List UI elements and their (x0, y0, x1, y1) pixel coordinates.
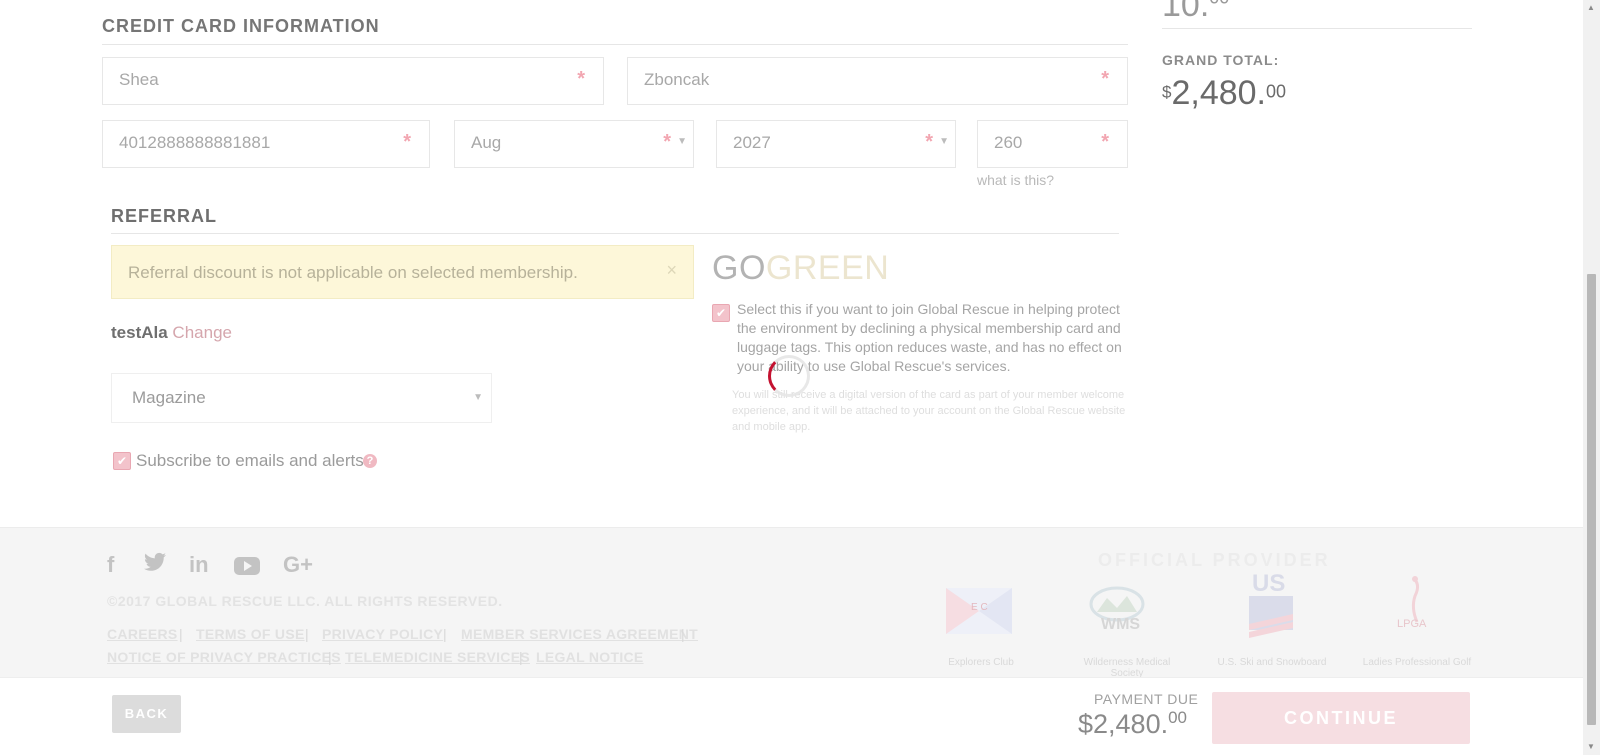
cvv-help-link[interactable]: what is this? (977, 172, 1054, 188)
referral-divider (111, 233, 1119, 234)
help-icon[interactable]: ? (363, 454, 377, 468)
gogreen-green: GREEN (765, 249, 890, 287)
required-icon: * (925, 131, 933, 153)
scroll-up-icon[interactable]: ▲ (1587, 3, 1595, 12)
scroll-down-icon[interactable]: ▼ (1587, 742, 1595, 751)
scrollbar-thumb[interactable] (1587, 274, 1596, 725)
exp-month-select[interactable]: Aug * ▼ (454, 120, 694, 168)
youtube-icon[interactable] (234, 555, 260, 581)
chevron-down-icon: ▼ (939, 136, 949, 147)
referral-alert-message: Referral discount is not applicable on s… (128, 263, 578, 282)
required-icon: * (403, 131, 411, 153)
facebook-icon[interactable]: f (107, 552, 114, 578)
privacy-policy-link[interactable]: PRIVACY POLICY (322, 626, 443, 642)
last-name-value: Zboncak (644, 70, 710, 89)
separator: | (681, 626, 685, 642)
referral-code-row: testAla Change (111, 323, 232, 343)
lpga-logo-text: LPGA (1397, 618, 1427, 630)
careers-link[interactable]: CAREERS (107, 626, 178, 642)
grand-total-amount: $2,480.00 (1162, 74, 1287, 112)
close-icon[interactable]: × (666, 260, 677, 281)
loading-spinner (768, 355, 810, 397)
copyright-text: ©2017 GLOBAL RESCUE LLC. ALL RIGHTS RESE… (107, 593, 503, 609)
ussa-caption: U.S. Ski and Snowboard (1217, 657, 1327, 668)
separator: | (179, 626, 183, 642)
first-name-value: Shea (119, 70, 159, 89)
legal-notice-link[interactable]: LEGAL NOTICE (536, 649, 644, 665)
separator: | (519, 649, 523, 665)
gogreen-go: GO (712, 249, 766, 287)
separator: | (305, 626, 309, 642)
separator: | (328, 649, 332, 665)
wms-caption: Wilderness Medical Society (1083, 657, 1171, 679)
credit-card-divider (102, 44, 1128, 45)
gogreen-heading: GOGREEN (712, 249, 889, 288)
exp-month-value: Aug (471, 133, 502, 152)
footer: f in G+ ©2017 GLOBAL RESCUE LLC. ALL RIG… (0, 527, 1583, 679)
card-number-field[interactable]: 4012888888881881 * (102, 120, 430, 168)
google-plus-icon[interactable]: G+ (283, 552, 313, 578)
referral-section-title: REFERRAL (111, 206, 217, 226)
grand-total-label: GRAND TOTAL: (1162, 52, 1280, 68)
payment-due-label: PAYMENT DUE (1094, 691, 1199, 707)
explorers-club-logo: E C (946, 586, 1026, 646)
checkout-page: 10.00 GRAND TOTAL: $2,480.00 CREDIT CARD… (0, 0, 1583, 755)
continue-button[interactable]: CONTINUE (1212, 692, 1470, 744)
privacy-practices-link[interactable]: NOTICE OF PRIVACY PRACTICES (107, 649, 341, 665)
required-icon: * (577, 68, 585, 90)
referral-code: testAla (111, 323, 168, 342)
chevron-down-icon: ▼ (473, 392, 483, 403)
terms-link[interactable]: TERMS OF USE (196, 626, 305, 642)
linkedin-icon[interactable]: in (189, 552, 209, 578)
required-icon: * (663, 131, 671, 153)
telemedicine-link[interactable]: TELEMEDICINE SERVICES (345, 649, 530, 665)
wms-logo-text: WMS (1101, 616, 1141, 633)
exp-year-select[interactable]: 2027 * ▼ (716, 120, 956, 168)
card-number-value: 4012888888881881 (119, 133, 271, 152)
payment-due-amount: $2,480.00 (1078, 708, 1188, 739)
official-provider-title: OFFICIAL PROVIDER (1098, 550, 1331, 570)
ussa-logo: US (1249, 570, 1293, 638)
summary-divider (1162, 28, 1472, 29)
wms-logo: WMS (1087, 586, 1167, 646)
back-button[interactable]: BACK (112, 695, 181, 733)
separator: | (443, 626, 447, 642)
checkout-bottom-bar: BACK PAYMENT DUE $2,480.00 CONTINUE (0, 677, 1583, 755)
referral-source-select[interactable]: Magazine ▼ (111, 373, 492, 423)
gogreen-checkbox[interactable]: ✔ (712, 304, 730, 322)
first-name-field[interactable]: Shea * (102, 57, 604, 105)
cvv-value: 260 (994, 133, 1023, 152)
lpga-logo: LPGA (1391, 574, 1435, 638)
credit-card-section-title: CREDIT CARD INFORMATION (102, 16, 380, 36)
chevron-down-icon: ▼ (677, 136, 687, 147)
summary-partial-amount: 10.00 (1162, 0, 1229, 24)
referral-alert: Referral discount is not applicable on s… (111, 245, 694, 299)
lpga-caption: Ladies Professional Golf (1362, 657, 1472, 668)
ussa-logo-text: US (1252, 570, 1286, 597)
twitter-icon[interactable] (144, 552, 166, 578)
last-name-field[interactable]: Zboncak * (627, 57, 1128, 105)
required-icon: * (1101, 68, 1109, 90)
cvv-field[interactable]: 260 * (977, 120, 1128, 168)
explorers-club-logo-text: E C (971, 602, 988, 613)
referral-source-value: Magazine (132, 388, 206, 407)
member-services-agreement-link[interactable]: MEMBER SERVICES AGREEMENT (461, 626, 698, 642)
change-referral-link[interactable]: Change (172, 323, 232, 342)
required-icon: * (1101, 131, 1109, 153)
subscribe-label: Subscribe to emails and alerts (136, 451, 364, 470)
subscribe-checkbox[interactable]: ✔ (113, 452, 131, 470)
exp-year-value: 2027 (733, 133, 771, 152)
explorers-club-caption: Explorers Club (948, 657, 1014, 668)
